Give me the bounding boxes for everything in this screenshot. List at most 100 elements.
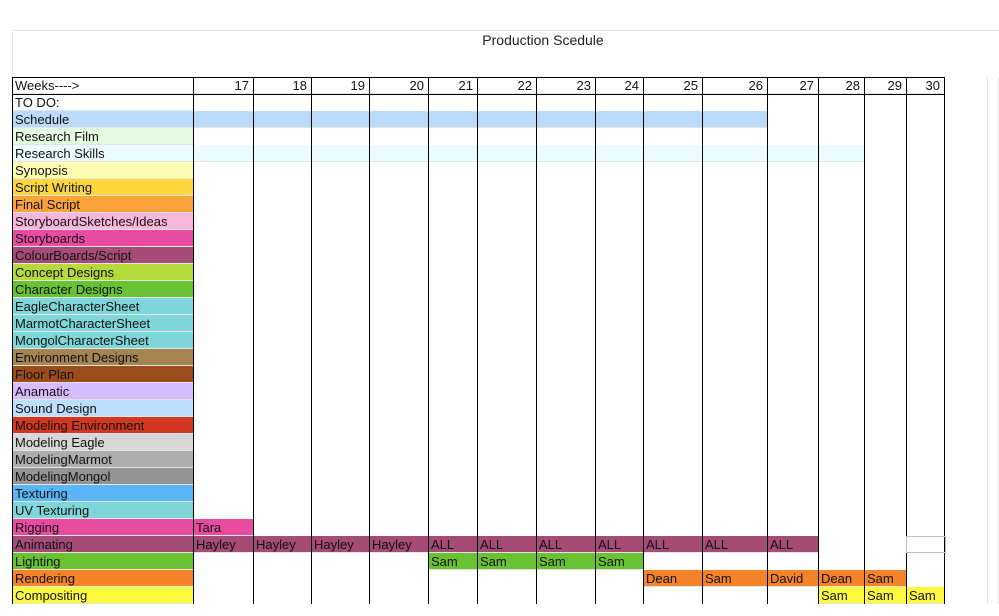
assignment-cell[interactable]: Hayley (253, 536, 311, 553)
assignment-cell[interactable]: ALL (595, 536, 643, 553)
task-label[interactable]: Modeling Eagle (12, 434, 193, 451)
header-row: Weeks----> 17 18 19 20 21 22 23 24 25 26 27 28 29 30 (12, 77, 944, 94)
task-row[interactable]: Research Skills (12, 145, 944, 162)
task-row[interactable]: ModelingMongol (12, 468, 944, 485)
task-label[interactable]: EagleCharacterSheet (12, 298, 193, 315)
assignment-cell[interactable]: Dean (818, 570, 864, 587)
task-row[interactable]: MarmotCharacterSheet (12, 315, 944, 332)
assignment-cell[interactable]: Hayley (193, 536, 253, 553)
task-row[interactable]: UV Texturing (12, 502, 944, 519)
task-label[interactable]: Environment Designs (12, 349, 193, 366)
task-label[interactable]: Texturing (12, 485, 193, 502)
assignment-cell[interactable]: ALL (702, 536, 767, 553)
task-row[interactable]: Texturing (12, 485, 944, 502)
assignment-cell[interactable]: ALL (643, 536, 702, 553)
task-row[interactable]: Animating Hayley Hayley Hayley Hayley ALL ALL A… (12, 536, 944, 553)
task-row[interactable]: Concept Designs (12, 264, 944, 281)
column-divider (643, 77, 644, 604)
task-label[interactable]: Synopsis (12, 162, 193, 179)
assignment-cell[interactable]: ALL (767, 536, 818, 553)
task-row[interactable]: MongolCharacterSheet (12, 332, 944, 349)
task-row[interactable]: Script Writing (12, 179, 944, 196)
task-duration-bar (193, 145, 864, 162)
task-label[interactable]: ModelingMarmot (12, 451, 193, 468)
assignment-cell[interactable]: Sam (702, 570, 767, 587)
week-header-24: 24 (595, 77, 643, 94)
assignment-cell[interactable]: ALL (536, 536, 595, 553)
task-row[interactable]: Modeling Environment (12, 417, 944, 434)
assignment-cell[interactable]: Sam (906, 587, 944, 604)
task-label[interactable]: Anamatic (12, 383, 193, 400)
task-row[interactable]: Research Film (12, 128, 944, 145)
task-label[interactable]: Sound Design (12, 400, 193, 417)
assignment-cell[interactable]: Sam (818, 587, 864, 604)
task-label[interactable]: Modeling Environment (12, 417, 193, 434)
week-header-17: 17 (193, 77, 253, 94)
task-row[interactable]: Synopsis (12, 162, 944, 179)
task-label[interactable]: Final Script (12, 196, 193, 213)
task-label[interactable]: Lighting (12, 553, 193, 570)
task-row[interactable]: EagleCharacterSheet (12, 298, 944, 315)
task-row[interactable]: Lighting Sam Sam Sam Sam (12, 553, 944, 570)
assignment-cell[interactable]: Hayley (369, 536, 428, 553)
todo-row: TO DO: (12, 94, 944, 111)
task-row[interactable]: ModelingMarmot (12, 451, 944, 468)
task-row[interactable]: Environment Designs (12, 349, 944, 366)
task-label[interactable]: Schedule (12, 111, 193, 128)
task-duration-bar (193, 111, 767, 128)
column-divider (767, 77, 768, 604)
task-label[interactable]: Research Film (12, 128, 193, 145)
week-header-23: 23 (536, 77, 595, 94)
task-label[interactable]: StoryboardSketches/Ideas (12, 213, 193, 230)
task-label[interactable]: Rigging (12, 519, 193, 536)
assignment-cell[interactable]: Dean (643, 570, 702, 587)
task-label[interactable]: Compositing (12, 587, 193, 604)
assignment-cell[interactable]: Sam (477, 553, 536, 570)
week-header-19: 19 (311, 77, 369, 94)
cell-selection-outline (906, 536, 946, 553)
task-label[interactable]: Rendering (12, 570, 193, 587)
assignment-cell[interactable]: Sam (428, 553, 477, 570)
header-divider (12, 94, 945, 95)
assignment-cell[interactable]: Sam (595, 553, 643, 570)
column-divider (369, 77, 370, 604)
column-divider (702, 77, 703, 604)
assignment-cell[interactable]: ALL (428, 536, 477, 553)
task-row[interactable]: Character Designs (12, 281, 944, 298)
column-divider (536, 77, 537, 604)
assignment-cell[interactable]: Hayley (311, 536, 369, 553)
task-label[interactable]: MongolCharacterSheet (12, 332, 193, 349)
assignment-cell[interactable]: Sam (864, 587, 906, 604)
task-label[interactable]: Character Designs (12, 281, 193, 298)
task-row[interactable]: Rendering Dean Sam David Dean Sam (12, 570, 944, 587)
task-row[interactable]: Compositing Sam Sam Sam (12, 587, 944, 604)
assignment-cell[interactable]: David (767, 570, 818, 587)
task-label[interactable]: MarmotCharacterSheet (12, 315, 193, 332)
task-label[interactable]: ModelingMongol (12, 468, 193, 485)
assignment-cell[interactable]: Tara (193, 519, 253, 536)
task-row[interactable]: Schedule (12, 111, 944, 128)
task-label[interactable]: Research Skills (12, 145, 193, 162)
assignment-cell[interactable]: Sam (536, 553, 595, 570)
task-row[interactable]: Floor Plan (12, 366, 944, 383)
task-row[interactable]: Storyboards (12, 230, 944, 247)
task-label[interactable]: Storyboards (12, 230, 193, 247)
column-divider (864, 77, 865, 604)
week-header-28: 28 (818, 77, 864, 94)
task-label[interactable]: Animating (12, 536, 193, 553)
task-row[interactable]: ColourBoards/Script (12, 247, 944, 264)
task-label[interactable]: Concept Designs (12, 264, 193, 281)
task-row[interactable]: Rigging Tara (12, 519, 944, 536)
task-label[interactable]: Script Writing (12, 179, 193, 196)
task-label[interactable]: ColourBoards/Script (12, 247, 193, 264)
task-row[interactable]: Final Script (12, 196, 944, 213)
task-label[interactable]: Floor Plan (12, 366, 193, 383)
task-row[interactable]: StoryboardSketches/Ideas (12, 213, 944, 230)
task-row[interactable]: Anamatic (12, 383, 944, 400)
assignment-cell[interactable]: ALL (477, 536, 536, 553)
task-label[interactable]: UV Texturing (12, 502, 193, 519)
assignment-cell[interactable]: Sam (864, 570, 906, 587)
task-row[interactable]: Modeling Eagle (12, 434, 944, 451)
task-row[interactable]: Sound Design (12, 400, 944, 417)
week-header-21: 21 (428, 77, 477, 94)
